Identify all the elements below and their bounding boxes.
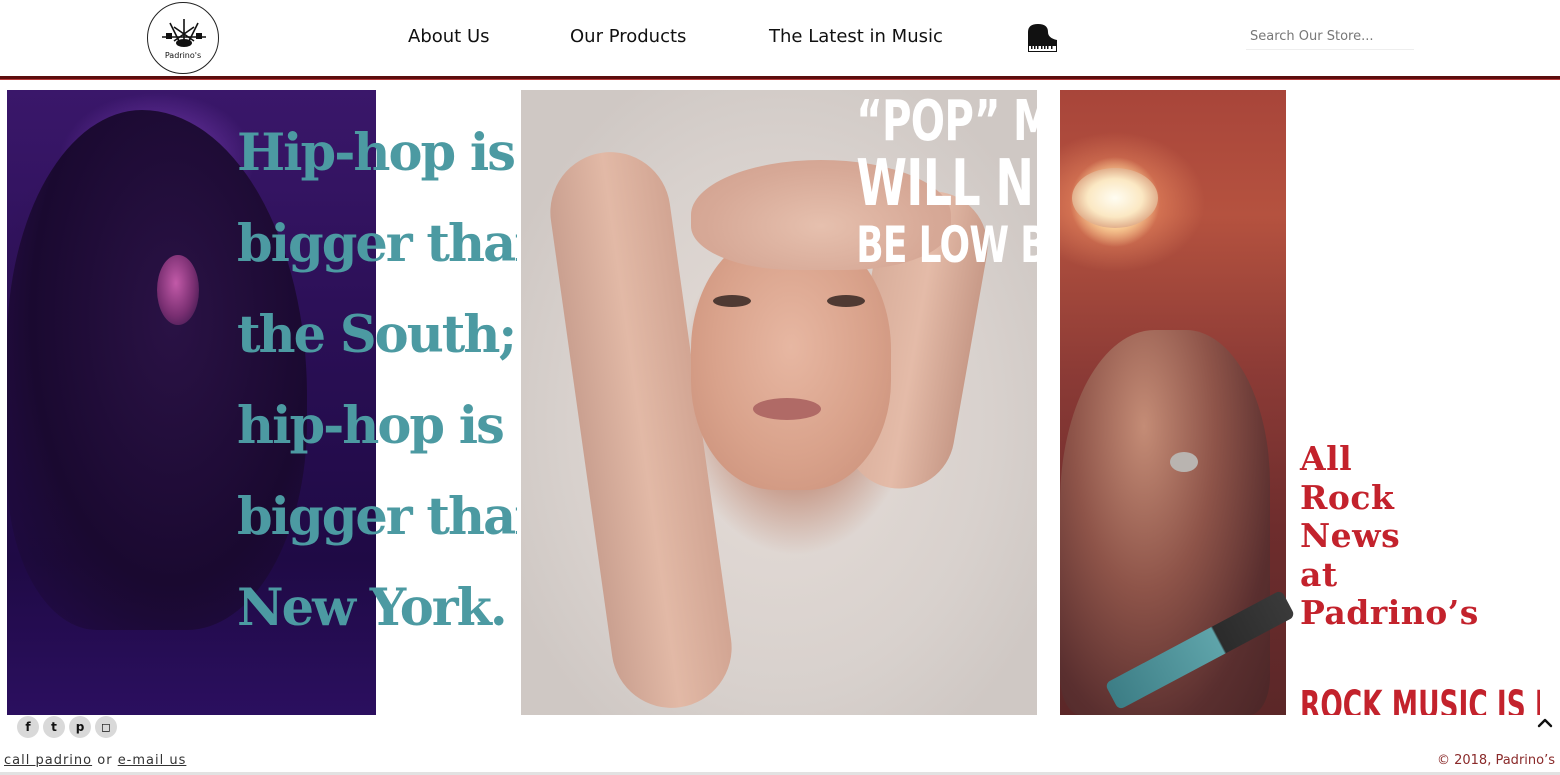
rock-subheadline: ROCK MUSIC IS NOT bbox=[1300, 683, 1540, 715]
eye-right bbox=[827, 295, 865, 307]
microphone bbox=[1170, 452, 1198, 472]
call-link[interactable]: call padrino bbox=[4, 753, 92, 768]
hiphop-quote-line: the South; bbox=[237, 305, 517, 365]
padrinos-logo[interactable]: Padrino's bbox=[147, 2, 219, 74]
stage-light bbox=[1072, 168, 1158, 228]
rock-artist-image[interactable] bbox=[1060, 90, 1296, 715]
search-input[interactable] bbox=[1246, 24, 1414, 50]
rock-headline-line: Rock bbox=[1300, 477, 1395, 517]
pinterest-icon[interactable]: p bbox=[69, 716, 91, 738]
instagram-icon[interactable]: ◻ bbox=[95, 716, 117, 738]
copyright-text: © 2018, Padrino’s bbox=[1436, 753, 1555, 768]
lips bbox=[753, 398, 821, 420]
hiphop-quote-line: New York. bbox=[237, 578, 508, 638]
twitter-icon[interactable]: t bbox=[43, 716, 65, 738]
or-text: or bbox=[97, 753, 113, 768]
pop-headline: “POP” MUSIC WILL NEVER BE LOW BROW bbox=[856, 90, 1037, 274]
site-header: Padrino's About Us Our Products The Late… bbox=[0, 0, 1560, 76]
rock-headline: All Rock News at Padrino’s bbox=[1300, 439, 1479, 633]
hiphop-quote-line: bigger than bbox=[237, 214, 517, 274]
rock-headline-line: at bbox=[1300, 554, 1338, 594]
footer-contact: call padrino or e-mail us bbox=[4, 753, 186, 768]
hiphop-panel[interactable]: Hip-hop is bigger than the South; hip-ho… bbox=[7, 90, 517, 715]
hiphop-quote-line: hip-hop is bbox=[237, 396, 505, 456]
hiphop-quote-line: bigger than bbox=[237, 487, 517, 547]
nav-about-us[interactable]: About Us bbox=[408, 26, 490, 47]
hiphop-quote: Hip-hop is bigger than the South; hip-ho… bbox=[237, 108, 517, 654]
pop-headline-line: BE LOW BROW bbox=[856, 216, 1037, 274]
pop-headline-line: “POP” MUSIC bbox=[856, 90, 1037, 154]
rock-panel[interactable]: All Rock News at Padrino’s ROCK MUSIC IS… bbox=[1060, 90, 1540, 715]
rock-headline-line: All bbox=[1300, 439, 1353, 478]
hiphop-quote-line: Hip-hop is bbox=[237, 123, 516, 183]
pop-headline-line: WILL NEVER bbox=[856, 147, 1037, 221]
social-links: f t p ◻ bbox=[17, 716, 117, 738]
logo-instruments-icon bbox=[162, 19, 206, 47]
rock-headline-line: Padrino’s bbox=[1300, 593, 1479, 632]
logo-text: Padrino's bbox=[164, 51, 202, 60]
facebook-icon[interactable]: f bbox=[17, 716, 39, 738]
chevron-up-icon[interactable] bbox=[1534, 712, 1556, 734]
email-link[interactable]: e-mail us bbox=[118, 753, 187, 768]
nav-our-products[interactable]: Our Products bbox=[570, 26, 686, 47]
eye-left bbox=[713, 295, 751, 307]
header-divider bbox=[0, 76, 1560, 80]
rock-headline-line: News bbox=[1300, 516, 1401, 555]
artist-ear bbox=[157, 255, 199, 325]
piano-icon[interactable] bbox=[1026, 22, 1059, 54]
nav-latest-in-music[interactable]: The Latest in Music bbox=[769, 26, 943, 47]
pop-panel[interactable]: “POP” MUSIC WILL NEVER BE LOW BROW bbox=[521, 90, 1037, 715]
